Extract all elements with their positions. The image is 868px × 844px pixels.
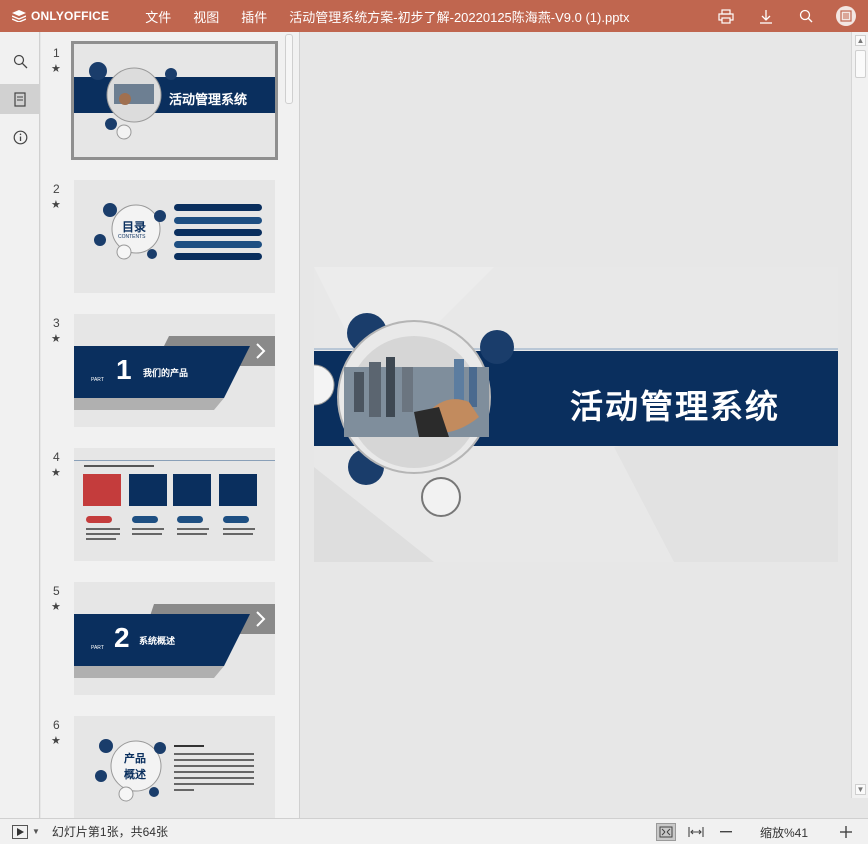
logo-text: ONLYOFFICE (31, 9, 110, 23)
zoom-out-icon[interactable] (716, 823, 736, 841)
status-bar: ▼ 幻灯片第1张，共64张 缩放%41 (0, 818, 868, 844)
part-label: PART (91, 645, 104, 651)
slide-preview[interactable]: PART 2 系统概述 (74, 582, 275, 695)
menu-file[interactable]: 文件 (145, 7, 171, 26)
slide-number: 1 (53, 46, 60, 60)
search-icon[interactable] (796, 6, 816, 26)
slides-icon[interactable] (0, 84, 40, 114)
info-icon[interactable] (0, 122, 40, 152)
scrollbar-thumb[interactable] (855, 50, 866, 78)
slide-preview[interactable]: PART 1 我们的产品 (74, 314, 275, 427)
play-icon[interactable] (12, 824, 28, 839)
vertical-scrollbar[interactable]: ▲ ▼ (851, 32, 868, 798)
slide-title: 目录 (122, 220, 147, 234)
star-icon: ★ (51, 735, 61, 747)
slide-heading: 系统概述 (139, 636, 176, 646)
thumbnails-scrollbar[interactable] (285, 34, 293, 104)
slide-title: 活动管理系统 (570, 388, 780, 425)
download-icon[interactable] (756, 6, 776, 26)
onlyoffice-logo: ONLYOFFICE (12, 9, 109, 23)
star-icon: ★ (51, 333, 61, 345)
slide-number: 3 (53, 316, 60, 330)
zoom-in-icon[interactable] (836, 823, 856, 841)
star-icon: ★ (51, 63, 61, 75)
star-icon: ★ (51, 467, 61, 479)
document-title: 活动管理系统方案-初步了解-20220125陈海燕-V9.0 (1).pptx (289, 9, 630, 25)
menu-view[interactable]: 视图 (193, 7, 219, 26)
slide-preview[interactable]: 目录 CONTENTS (74, 180, 275, 293)
slide-title: 活动管理系统 (169, 92, 248, 107)
slide-counter: 幻灯片第1张，共64张 (51, 825, 168, 839)
search-icon[interactable] (0, 46, 40, 76)
chevron-down-icon[interactable]: ▼ (32, 827, 40, 836)
layers-icon (12, 10, 26, 22)
star-icon: ★ (51, 601, 61, 613)
slide-graphic (94, 203, 166, 260)
main-slide: 活动管理系统 (314, 267, 838, 562)
menu-plugins[interactable]: 插件 (241, 7, 267, 26)
fit-width-icon[interactable] (686, 823, 706, 841)
slide-subtitle: CONTENTS (118, 234, 146, 240)
slide-graphic (74, 460, 275, 540)
star-icon: ★ (51, 199, 61, 211)
slide-thumbnails-panel: 1 ★ 活动管理系统 2 ★ 目录 CONTENTS 3 ★ PART 1 我们… (41, 32, 300, 818)
scroll-down-icon[interactable]: ▼ (855, 784, 866, 795)
part-number: 2 (114, 622, 130, 653)
slide-title-line2: 概述 (124, 769, 146, 781)
slide-graphic (95, 739, 254, 802)
part-number: 1 (116, 354, 132, 385)
slide-title-line1: 产品 (124, 753, 146, 765)
slide-number: 2 (53, 182, 60, 196)
part-label: PART (91, 377, 104, 383)
avatar[interactable] (836, 6, 856, 26)
zoom-level[interactable]: 缩放%41 (760, 824, 808, 841)
slide-preview[interactable]: 产品 概述 (74, 716, 275, 818)
slide-number: 4 (53, 450, 60, 464)
slide-preview[interactable] (74, 448, 275, 561)
slide-heading: 我们的产品 (143, 368, 189, 378)
title-bar: ONLYOFFICE 文件 视图 插件 活动管理系统方案-初步了解-202201… (0, 0, 868, 32)
slide-number: 6 (53, 718, 60, 732)
slide-preview[interactable]: 活动管理系统 (71, 41, 278, 160)
print-icon[interactable] (716, 6, 736, 26)
slide-number: 5 (53, 584, 60, 598)
fit-slide-icon[interactable] (655, 823, 676, 841)
left-toolbar (0, 32, 40, 818)
scroll-up-icon[interactable]: ▲ (855, 35, 866, 46)
